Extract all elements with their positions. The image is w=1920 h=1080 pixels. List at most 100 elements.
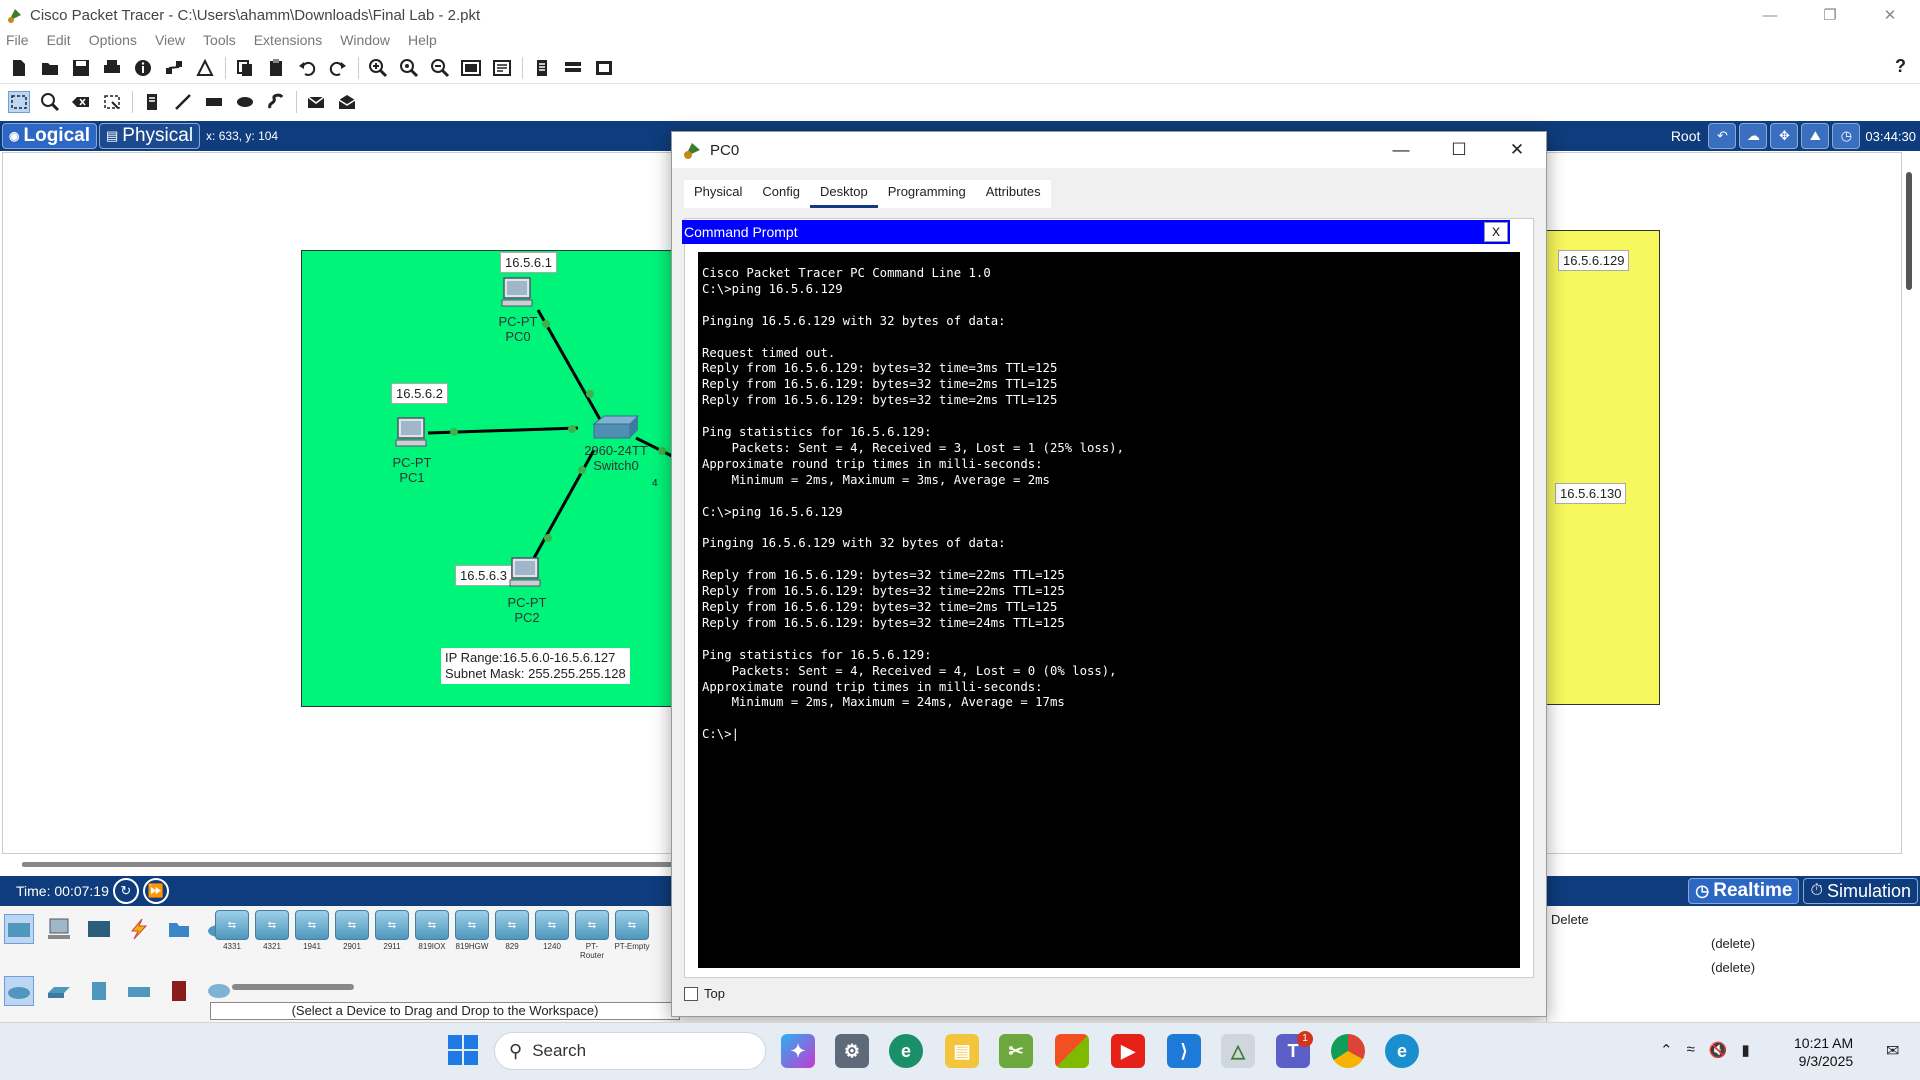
taskbar-search[interactable]: ⚲ Search (494, 1032, 766, 1070)
minimize-icon[interactable]: — (1372, 132, 1430, 168)
taskbar-clock[interactable]: 10:21 AM 9/3/2025 (1794, 1034, 1853, 1070)
realtime-clock-icon: ◷ (1695, 883, 1710, 900)
tab-desktop[interactable]: Desktop (810, 180, 878, 208)
router-icon: ⇆ (455, 910, 489, 940)
elapsed-time: Time: 00:07:19 (16, 883, 109, 899)
pc1-label[interactable]: PC-PT PC1 (390, 455, 434, 485)
minimize-icon[interactable]: — (1740, 0, 1800, 30)
fast-forward-icon[interactable]: ⏩ (142, 878, 169, 904)
device-label: 819HGW (455, 942, 489, 951)
routers-icon[interactable] (4, 976, 34, 1006)
snipping-tool-icon[interactable]: ✂ (999, 1034, 1033, 1068)
packet-tracer-icon[interactable]: △ (1221, 1034, 1255, 1068)
copilot-icon[interactable]: ✦ (781, 1034, 815, 1068)
pc0-window-title: PC0 (710, 141, 740, 159)
pc2-type: PC-PT (507, 595, 547, 610)
command-prompt-close-button[interactable]: X (1484, 222, 1508, 242)
pc1-icon[interactable] (394, 416, 430, 450)
root-label: Root (1670, 128, 1701, 144)
edge-icon[interactable]: e (889, 1034, 923, 1068)
device-1240[interactable]: ⇆ 1240 (534, 910, 570, 960)
device-list: ⇆ 4331 ⇆ 4321 ⇆ 1941 ⇆ 2901 ⇆ 2911 ⇆ 819IOX ⇆ 8… (214, 910, 654, 960)
workspace-vertical-scrollbar[interactable] (1906, 172, 1912, 290)
background-image-icon[interactable]: ⛰ (1801, 123, 1830, 149)
back-icon[interactable]: ↶ (1708, 123, 1737, 149)
power-cycle-icon[interactable]: ↻ (112, 878, 139, 904)
device-829[interactable]: ⇆ 829 (494, 910, 530, 960)
youtube-icon[interactable]: ▶ (1111, 1034, 1145, 1068)
pdu-delete-link[interactable]: (delete) (1711, 936, 1755, 951)
cloud-icon[interactable]: ☁ (1739, 123, 1768, 149)
vscode-icon[interactable]: ⟩ (1167, 1034, 1201, 1068)
workspace-horizontal-scrollbar[interactable] (22, 862, 672, 867)
pc2-icon[interactable] (508, 556, 544, 590)
top-checkbox[interactable]: Top (684, 986, 725, 1001)
microsoft-store-icon[interactable] (1055, 1034, 1089, 1068)
ip-label-remote-2: 16.5.6.130 (1555, 483, 1627, 504)
simulation-mode-button[interactable]: ⏱ Simulation (1803, 878, 1918, 904)
move-icon[interactable]: ✥ (1770, 123, 1799, 149)
close-icon[interactable]: ✕ (1860, 0, 1920, 30)
close-icon[interactable]: ✕ (1488, 132, 1546, 168)
device-pt-empty[interactable]: ⇆ PT-Empty (614, 910, 650, 960)
tab-config[interactable]: Config (752, 180, 810, 208)
palette-scrollbar[interactable] (232, 984, 354, 990)
file-explorer-icon[interactable]: ▤ (945, 1034, 979, 1068)
tab-physical[interactable]: Physical (684, 180, 752, 208)
checkbox-box[interactable] (684, 986, 698, 1001)
chevron-up-icon[interactable]: ⌃ (1660, 1041, 1673, 1059)
pc0-type: PC-PT (498, 314, 538, 329)
pc1-name: PC1 (399, 470, 425, 485)
end-devices-icon[interactable] (44, 914, 74, 944)
pc2-label[interactable]: PC-PT PC2 (505, 595, 549, 625)
wifi-icon[interactable]: ≈ (1687, 1041, 1695, 1059)
remote-area-rectangle (1543, 230, 1660, 705)
battery-icon[interactable]: ▮ (1742, 1041, 1750, 1059)
pdu-list-panel: Delete (delete) (delete) (1546, 906, 1920, 1022)
miscellaneous-icon[interactable] (164, 914, 194, 944)
hubs-icon[interactable] (84, 976, 114, 1006)
notification-bell-icon[interactable]: ✉ (1886, 1041, 1899, 1061)
help-icon[interactable]: ? (1895, 56, 1906, 77)
device-pt-router[interactable]: ⇆ PT-Router (574, 910, 610, 960)
pc0-icon[interactable] (500, 276, 536, 310)
switch0-icon[interactable] (588, 414, 640, 444)
pc0-title-bar: PC0 — ☐ ✕ (672, 132, 1546, 168)
restore-icon[interactable]: ❐ (1800, 0, 1860, 30)
device-4321[interactable]: ⇆ 4321 (254, 910, 290, 960)
device-1941[interactable]: ⇆ 1941 (294, 910, 330, 960)
device-819iox[interactable]: ⇆ 819IOX (414, 910, 450, 960)
speaker-muted-icon[interactable]: 🔇 (1709, 1041, 1728, 1059)
switch0-label[interactable]: 2960-24TT Switch0 (580, 443, 652, 473)
device-label: PT-Empty (614, 942, 650, 951)
switches-icon[interactable] (44, 976, 74, 1006)
pdu-delete-link[interactable]: (delete) (1711, 960, 1755, 975)
palette-hint: (Select a Device to Drag and Drop to the… (210, 1002, 680, 1020)
clock-icon[interactable]: ◷ (1832, 123, 1861, 149)
port-indicator (450, 428, 458, 436)
windows-start-icon[interactable] (448, 1035, 478, 1065)
device-label: PT-Router (579, 942, 604, 960)
ip-range-text: IP Range:16.5.6.0-16.5.6.127 (445, 650, 616, 665)
device-2901[interactable]: ⇆ 2901 (334, 910, 370, 960)
pc0-label[interactable]: PC-PT PC0 (496, 314, 540, 344)
device-2911[interactable]: ⇆ 2911 (374, 910, 410, 960)
device-819hgw[interactable]: ⇆ 819HGW (454, 910, 490, 960)
components-icon[interactable] (84, 914, 114, 944)
maximize-icon[interactable]: ☐ (1430, 132, 1488, 168)
pc2-name: PC2 (514, 610, 540, 625)
connections-icon[interactable] (124, 914, 154, 944)
subnet-note[interactable]: IP Range:16.5.6.0-16.5.6.127 Subnet Mask… (441, 648, 630, 684)
chrome-icon[interactable] (1331, 1034, 1365, 1068)
command-prompt-terminal[interactable]: Cisco Packet Tracer PC Command Line 1.0 … (698, 252, 1520, 968)
tab-attributes[interactable]: Attributes (976, 180, 1051, 208)
device-4331[interactable]: ⇆ 4331 (214, 910, 250, 960)
wireless-devices-icon[interactable] (124, 976, 154, 1006)
security-icon[interactable] (164, 976, 194, 1006)
edge-beta-icon[interactable]: e (1385, 1034, 1419, 1068)
realtime-mode-button[interactable]: ◷ Realtime (1688, 878, 1800, 904)
network-devices-icon[interactable] (4, 914, 34, 944)
tab-programming[interactable]: Programming (878, 180, 976, 208)
link-pc0-switch (536, 309, 608, 431)
settings-icon[interactable]: ⚙ (835, 1034, 869, 1068)
